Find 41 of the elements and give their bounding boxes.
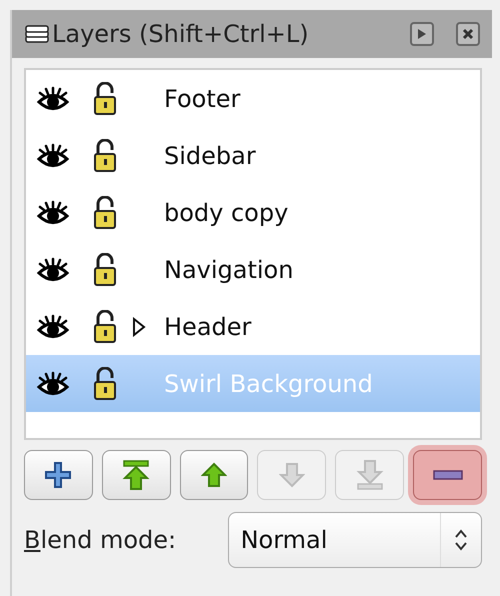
- layer-row[interactable]: Footer: [26, 70, 480, 127]
- close-icon: [462, 28, 474, 40]
- down-arrow-icon: [278, 462, 305, 488]
- blend-mode-label: Blend mode:: [24, 526, 178, 554]
- layer-name: body copy: [164, 198, 288, 226]
- panel-menu-button[interactable]: [410, 22, 434, 46]
- panel-title: Layers (Shift+Ctrl+L): [52, 20, 310, 48]
- add-layer-button[interactable]: [24, 450, 93, 500]
- plus-icon: [43, 460, 74, 490]
- layer-name: Navigation: [164, 256, 294, 284]
- eye-icon[interactable]: [36, 256, 70, 282]
- open-padlock-icon[interactable]: [92, 366, 118, 400]
- open-padlock-icon[interactable]: [92, 252, 118, 286]
- layer-name: Swirl Background: [164, 370, 373, 398]
- close-button[interactable]: [456, 22, 480, 46]
- open-padlock-icon[interactable]: [92, 138, 118, 172]
- play-icon: [417, 28, 427, 40]
- eye-icon[interactable]: [36, 142, 70, 168]
- blend-mode-dropdown[interactable]: Normal: [228, 512, 482, 568]
- open-padlock-icon[interactable]: [92, 82, 118, 116]
- lower-to-bottom-icon: [354, 459, 385, 491]
- raise-button[interactable]: [180, 450, 248, 500]
- layer-name: Header: [164, 312, 252, 340]
- expander-icon[interactable]: [132, 316, 146, 336]
- layer-row[interactable]: Header: [26, 298, 480, 355]
- layer-row[interactable]: Navigation: [26, 241, 480, 298]
- raise-to-top-button[interactable]: [102, 450, 171, 500]
- open-padlock-icon[interactable]: [92, 310, 118, 344]
- layer-name: Footer: [164, 84, 240, 112]
- layer-row[interactable]: Sidebar: [26, 127, 480, 184]
- eye-icon[interactable]: [36, 86, 70, 112]
- eye-icon[interactable]: [36, 370, 70, 396]
- layer-row[interactable]: body copy: [26, 184, 480, 241]
- layer-name: Sidebar: [164, 142, 256, 170]
- raise-to-top-icon: [121, 459, 152, 491]
- minus-icon: [432, 470, 463, 480]
- open-padlock-icon[interactable]: [92, 196, 118, 230]
- eye-icon[interactable]: [36, 200, 70, 226]
- eye-icon[interactable]: [36, 314, 70, 340]
- up-arrow-icon: [201, 462, 228, 488]
- up-down-chevron-icon: [454, 528, 468, 552]
